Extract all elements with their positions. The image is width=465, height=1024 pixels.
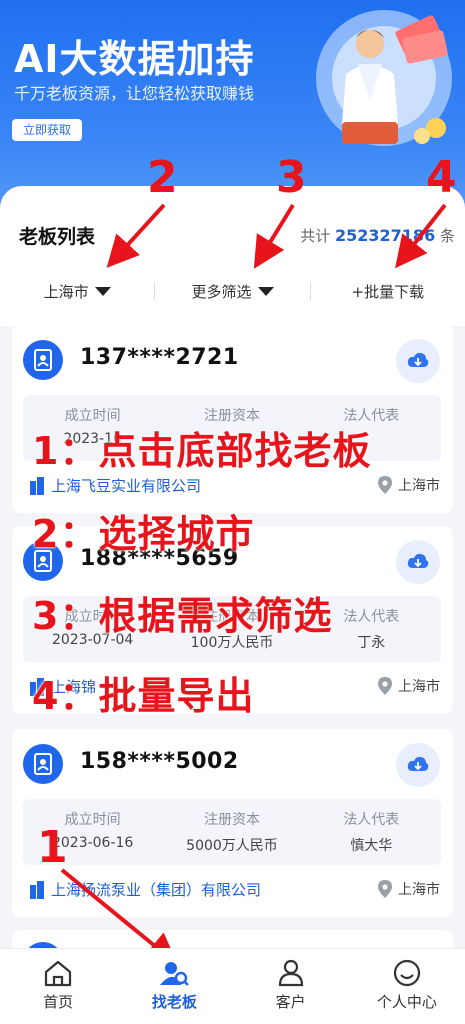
filter-bar: 上海市 更多筛选 +批量下载 — [0, 274, 465, 308]
total-prefix: 共计 — [300, 227, 331, 245]
tab-label: 首页 — [43, 993, 74, 1011]
get-now-button[interactable]: 立即获取 — [12, 119, 82, 141]
location: 上海市 — [378, 676, 440, 696]
step-instruction: 3：根据需求筛选 — [32, 594, 333, 638]
hero-title: AI大数据加持 — [14, 37, 255, 81]
info-box: 成立时间 2023-06-16 注册资本 5000万人民币 法人代表 慎大华 — [23, 799, 441, 865]
total-number: 252327186 — [335, 226, 436, 245]
boss-list-panel: 老板列表 共计 252327186 条 上海市 更多筛选 +批量下载 — [0, 186, 465, 326]
profile-icon — [393, 959, 420, 987]
caret-down-icon — [94, 286, 111, 296]
tab-home[interactable]: 首页 — [0, 949, 116, 1024]
hero-illustration — [316, 10, 452, 146]
batch-download-label: +批量下载 — [351, 282, 425, 301]
card-phone: 158****5002 — [80, 749, 239, 774]
location-label: 上海市 — [398, 478, 440, 494]
building-icon — [30, 476, 44, 495]
location-label: 上海市 — [398, 882, 440, 898]
caret-down-icon — [257, 286, 274, 296]
step-instruction: 2：选择城市 — [32, 512, 255, 556]
step-marker: 4 — [426, 152, 457, 203]
batch-download-button[interactable]: +批量下载 — [311, 281, 465, 302]
bottom-tab-bar: 首页 找老板 客户 个人中心 — [0, 948, 465, 1024]
info-label: 注册资本 — [203, 812, 260, 828]
more-filter-label: 更多筛选 — [191, 282, 252, 301]
home-icon — [45, 960, 72, 987]
total-count: 共计 252327186 条 — [300, 225, 455, 246]
download-icon[interactable] — [396, 339, 440, 383]
location-label: 上海市 — [398, 679, 440, 695]
company-name: 上海扬流泵业（集团）有限公司 — [51, 881, 262, 899]
info-value: 5000万人民币 — [186, 838, 278, 854]
tab-label: 客户 — [275, 993, 306, 1011]
tab-find-boss[interactable]: 找老板 — [116, 949, 232, 1024]
boss-card[interactable]: 158****5002 成立时间 2023-06-16 注册资本 5000万人民币 … — [12, 729, 453, 917]
contact-book-icon — [23, 340, 63, 380]
location: 上海市 — [378, 475, 440, 495]
contact-book-icon — [23, 744, 63, 784]
tab-label: 个人中心 — [376, 993, 437, 1011]
step-instruction: 1：点击底部找老板 — [32, 429, 372, 473]
more-filter[interactable]: 更多筛选 — [155, 281, 309, 302]
download-icon[interactable] — [396, 743, 440, 787]
tab-customer[interactable]: 客户 — [233, 949, 349, 1024]
boss-card[interactable]: 137****2721 成立时间 2023-10 注册资本 法人代表 上海飞豆实业… — [12, 325, 453, 513]
step-instruction: 4：批量导出 — [32, 674, 255, 718]
card-phone: 137****2721 — [80, 345, 239, 370]
location: 上海市 — [378, 879, 440, 899]
tab-label: 找老板 — [151, 993, 197, 1011]
building-icon — [30, 880, 44, 899]
hero-subtitle: 千万老板资源，让您轻松获取赚钱 — [14, 84, 255, 103]
list-title: 老板列表 — [19, 226, 96, 248]
total-suffix: 条 — [439, 227, 455, 245]
step-marker: 3 — [276, 152, 307, 203]
info-capital: 注册资本 5000万人民币 — [162, 799, 301, 865]
info-legal-rep: 法人代表 慎大华 — [302, 799, 441, 865]
step-marker: 1 — [37, 822, 68, 873]
city-filter[interactable]: 上海市 — [0, 281, 154, 302]
company-link[interactable]: 上海扬流泵业（集团）有限公司 — [29, 879, 261, 900]
location-pin-icon — [378, 880, 392, 898]
info-label: 法人代表 — [343, 812, 400, 828]
customer-icon — [278, 959, 303, 987]
company-name: 上海飞豆实业有限公司 — [51, 477, 202, 495]
download-icon[interactable] — [396, 540, 440, 584]
tab-profile[interactable]: 个人中心 — [349, 949, 465, 1024]
location-pin-icon — [378, 677, 392, 695]
location-pin-icon — [378, 476, 392, 494]
find-boss-icon — [160, 962, 190, 986]
step-marker: 2 — [147, 152, 178, 203]
city-filter-label: 上海市 — [43, 282, 89, 301]
info-value: 慎大华 — [350, 838, 393, 854]
company-link[interactable]: 上海飞豆实业有限公司 — [29, 475, 201, 496]
